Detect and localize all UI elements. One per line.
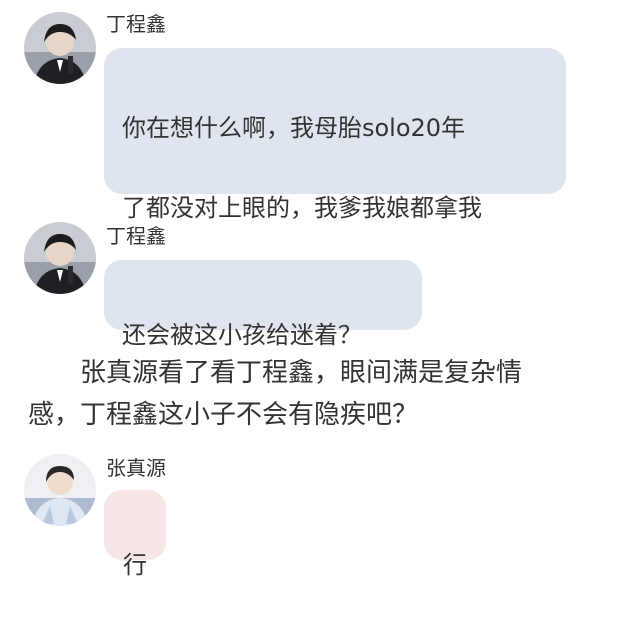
message-line: 了都没对上眼的，我爹我娘都拿我	[122, 194, 482, 222]
user-avatar-photo-icon	[24, 12, 96, 84]
sender-name: 丁程鑫	[106, 224, 166, 248]
narration-line: 感，丁程鑫这小子不会有隐疾吧？	[28, 400, 419, 430]
avatar[interactable]	[24, 12, 96, 84]
narration-line: 张真源看了看丁程鑫，眼间满是复杂情	[80, 358, 523, 388]
message-bubble: 还会被这小孩给迷着？	[104, 260, 422, 349]
sender-name: 丁程鑫	[106, 12, 166, 36]
message-line: 你在想什么啊，我母胎solo20年	[122, 114, 466, 142]
user-avatar-photo-icon	[24, 454, 96, 526]
user-avatar-photo-icon	[24, 222, 96, 294]
message-bubble: 你在想什么啊，我母胎solo20年 了都没对上眼的，我爹我娘都拿我 没办法	[104, 48, 566, 302]
narration-text: 张真源看了看丁程鑫，眼间满是复杂情 感，丁程鑫这小子不会有隐疾吧？	[28, 352, 588, 436]
message-line: 行	[123, 551, 147, 579]
avatar[interactable]	[24, 222, 96, 294]
sender-name: 张真源	[106, 456, 166, 480]
message-bubble: 行	[104, 490, 166, 579]
avatar[interactable]	[24, 454, 96, 526]
message-line: 还会被这小孩给迷着？	[122, 321, 362, 349]
